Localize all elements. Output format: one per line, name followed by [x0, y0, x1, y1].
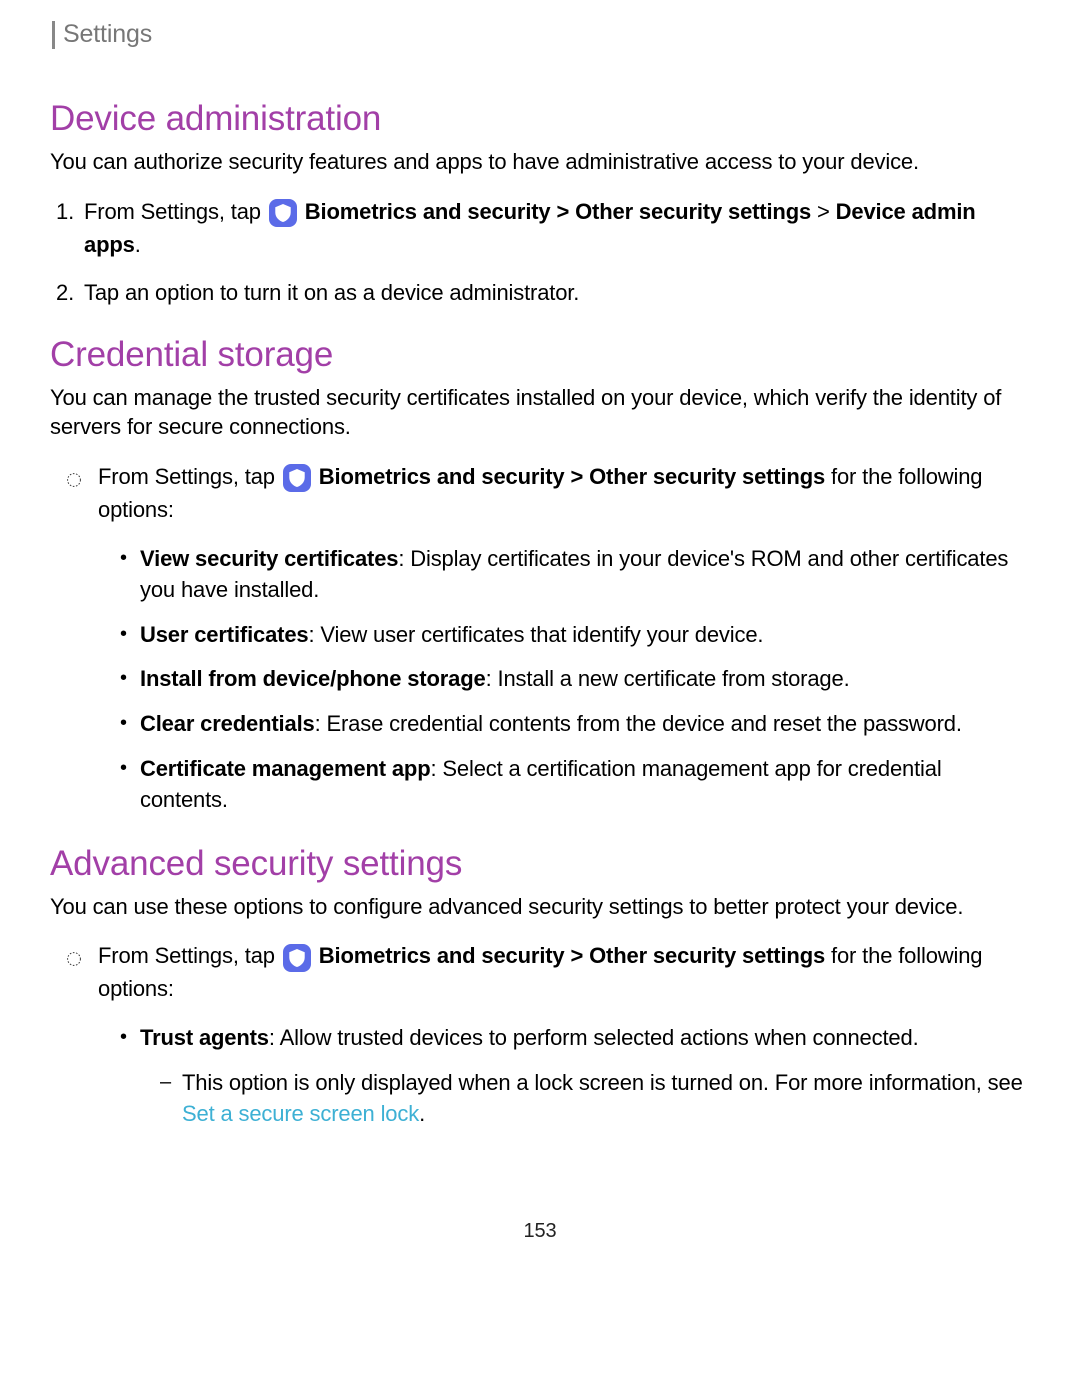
header-title: Settings: [63, 20, 152, 49]
step-number: 2.: [56, 276, 74, 309]
separator: >: [551, 199, 576, 224]
section-desc: You can manage the trusted security cert…: [50, 383, 1030, 442]
section-title: Advanced security settings: [50, 844, 1030, 884]
bullet-list: Trust agents: Allow trusted devices to p…: [98, 1023, 1030, 1129]
sub-after: .: [419, 1101, 425, 1126]
header-accent-bar: [52, 21, 55, 49]
bullet-text: : View user certificates that identify y…: [309, 622, 764, 647]
bullet-list: View security certificates: Display cert…: [98, 544, 1030, 816]
bullet-bold: User certificates: [140, 622, 309, 647]
bullet-bold: Trust agents: [140, 1025, 269, 1050]
circle-marker-icon: [66, 464, 82, 480]
page-header: Settings: [50, 20, 1030, 49]
shield-icon: [283, 944, 311, 972]
dash-list: This option is only displayed when a loc…: [140, 1068, 1030, 1130]
step-2: 2. Tap an option to turn it on as a devi…: [84, 276, 1030, 309]
bold-text: Biometrics and security: [305, 199, 551, 224]
bullet-item: Clear credentials: Erase credential cont…: [140, 709, 1030, 740]
bullet-item: View security certificates: Display cert…: [140, 544, 1030, 606]
bullet-bold: Clear credentials: [140, 711, 315, 736]
circle-list: From Settings, tap Biometrics and securi…: [50, 939, 1030, 1129]
circle-marker-icon: [66, 943, 82, 959]
step-number: 1.: [56, 195, 74, 228]
step-text-prefix: From Settings, tap: [84, 199, 267, 224]
circle-item: From Settings, tap Biometrics and securi…: [98, 460, 1030, 816]
bold-text: Other security settings: [589, 464, 825, 489]
bullet-bold: Install from device/phone storage: [140, 666, 486, 691]
section-desc: You can authorize security features and …: [50, 147, 1030, 177]
bullet-item: Install from device/phone storage: Insta…: [140, 664, 1030, 695]
suffix: .: [135, 232, 141, 257]
bullet-text: : Install a new certificate from storage…: [486, 666, 850, 691]
shield-icon: [283, 464, 311, 492]
section-credential-storage: Credential storage You can manage the tr…: [50, 335, 1030, 816]
separator: >: [565, 464, 590, 489]
bold-text: Biometrics and security: [319, 943, 565, 968]
numbered-steps: 1. From Settings, tap Biometrics and sec…: [50, 195, 1030, 309]
page-number: 153: [50, 1220, 1030, 1243]
bullet-text: : Allow trusted devices to perform selec…: [269, 1025, 919, 1050]
bold-text: Biometrics and security: [319, 464, 565, 489]
bullet-bold: View security certificates: [140, 546, 398, 571]
section-advanced-security: Advanced security settings You can use t…: [50, 844, 1030, 1130]
circle-list: From Settings, tap Biometrics and securi…: [50, 460, 1030, 816]
circle-item: From Settings, tap Biometrics and securi…: [98, 939, 1030, 1129]
section-title: Device administration: [50, 99, 1030, 139]
step-1: 1. From Settings, tap Biometrics and sec…: [84, 195, 1030, 261]
bullet-item: Certificate management app: Select a cer…: [140, 754, 1030, 816]
bullet-text: : Erase credential contents from the dev…: [315, 711, 962, 736]
bold-text: Other security settings: [589, 943, 825, 968]
prefix: From Settings, tap: [98, 943, 281, 968]
dash-item: This option is only displayed when a loc…: [182, 1068, 1030, 1130]
link-set-secure-lock[interactable]: Set a secure screen lock: [182, 1101, 419, 1126]
sub-text: This option is only displayed when a loc…: [182, 1070, 1023, 1095]
section-title: Credential storage: [50, 335, 1030, 375]
section-desc: You can use these options to configure a…: [50, 892, 1030, 922]
section-device-admin: Device administration You can authorize …: [50, 99, 1030, 309]
step-text: Tap an option to turn it on as a device …: [84, 280, 579, 305]
prefix: From Settings, tap: [98, 464, 281, 489]
separator: >: [565, 943, 590, 968]
separator: >: [811, 199, 836, 224]
bold-text: Other security settings: [575, 199, 811, 224]
bullet-item: Trust agents: Allow trusted devices to p…: [140, 1023, 1030, 1129]
bullet-bold: Certificate management app: [140, 756, 430, 781]
bullet-item: User certificates: View user certificate…: [140, 620, 1030, 651]
shield-icon: [269, 199, 297, 227]
